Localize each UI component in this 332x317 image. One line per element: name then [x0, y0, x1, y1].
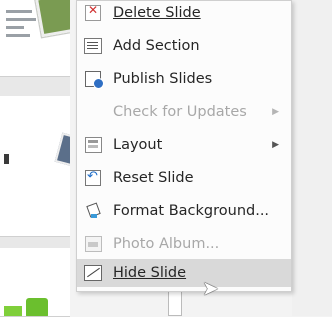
editor-area	[292, 0, 332, 316]
menu-item-label: Publish Slides	[113, 71, 213, 87]
layout-icon	[83, 135, 103, 155]
slide-thumbnail[interactable]	[0, 0, 70, 77]
thumbnail-photo	[54, 132, 70, 170]
menu-item-label: Format Background...	[113, 203, 270, 219]
hide-slide-icon	[83, 263, 103, 283]
format-background-icon	[83, 201, 103, 221]
thumbnail-text-line	[6, 34, 30, 37]
menu-item-label: Delete Slide	[113, 5, 201, 21]
menu-item-hide-slide[interactable]: Hide Slide	[77, 259, 291, 287]
slide-thumbnail[interactable]	[0, 96, 70, 237]
menu-item-check-for-updates[interactable]: Check for Updates ▶	[77, 98, 291, 126]
menu-item-label: Layout	[113, 137, 163, 153]
thumbnail-text-line	[6, 18, 36, 21]
slide-edge	[168, 290, 182, 316]
menu-item-publish-slides[interactable]: Publish Slides	[77, 65, 291, 93]
slide-thumbnail-pane	[0, 0, 70, 317]
menu-item-layout[interactable]: Layout ▶	[77, 131, 291, 159]
delete-slide-icon	[83, 3, 103, 23]
menu-item-label: Hide Slide	[113, 265, 187, 281]
mouse-pointer-icon: ➤	[202, 276, 219, 300]
menu-item-label: Add Section	[113, 38, 200, 54]
slide-context-menu: Delete Slide Add Section Publish Slides …	[76, 0, 292, 292]
add-section-icon	[83, 36, 103, 56]
thumbnail-mark	[4, 154, 9, 164]
menu-item-format-background[interactable]: Format Background...	[77, 197, 291, 225]
thumbnail-shape	[26, 298, 48, 316]
menu-item-label: Check for Updates	[113, 104, 247, 120]
menu-item-delete-slide[interactable]: Delete Slide	[77, 0, 291, 27]
photo-album-icon	[83, 234, 103, 254]
thumbnail-text-line	[6, 26, 24, 29]
thumbnail-text-line	[6, 10, 32, 13]
publish-slides-icon	[83, 69, 104, 89]
slide-thumbnail[interactable]	[0, 248, 70, 317]
menu-item-add-section[interactable]: Add Section	[77, 32, 291, 60]
thumbnail-photo	[34, 0, 70, 38]
submenu-arrow-icon: ▶	[272, 140, 279, 150]
menu-item-label: Photo Album...	[113, 236, 220, 252]
menu-item-photo-album[interactable]: Photo Album...	[77, 230, 291, 258]
submenu-arrow-icon: ▶	[272, 107, 279, 117]
thumbnail-shape	[4, 306, 22, 316]
menu-item-reset-slide[interactable]: Reset Slide	[77, 164, 291, 192]
reset-slide-icon	[83, 168, 103, 188]
menu-item-label: Reset Slide	[113, 170, 194, 186]
